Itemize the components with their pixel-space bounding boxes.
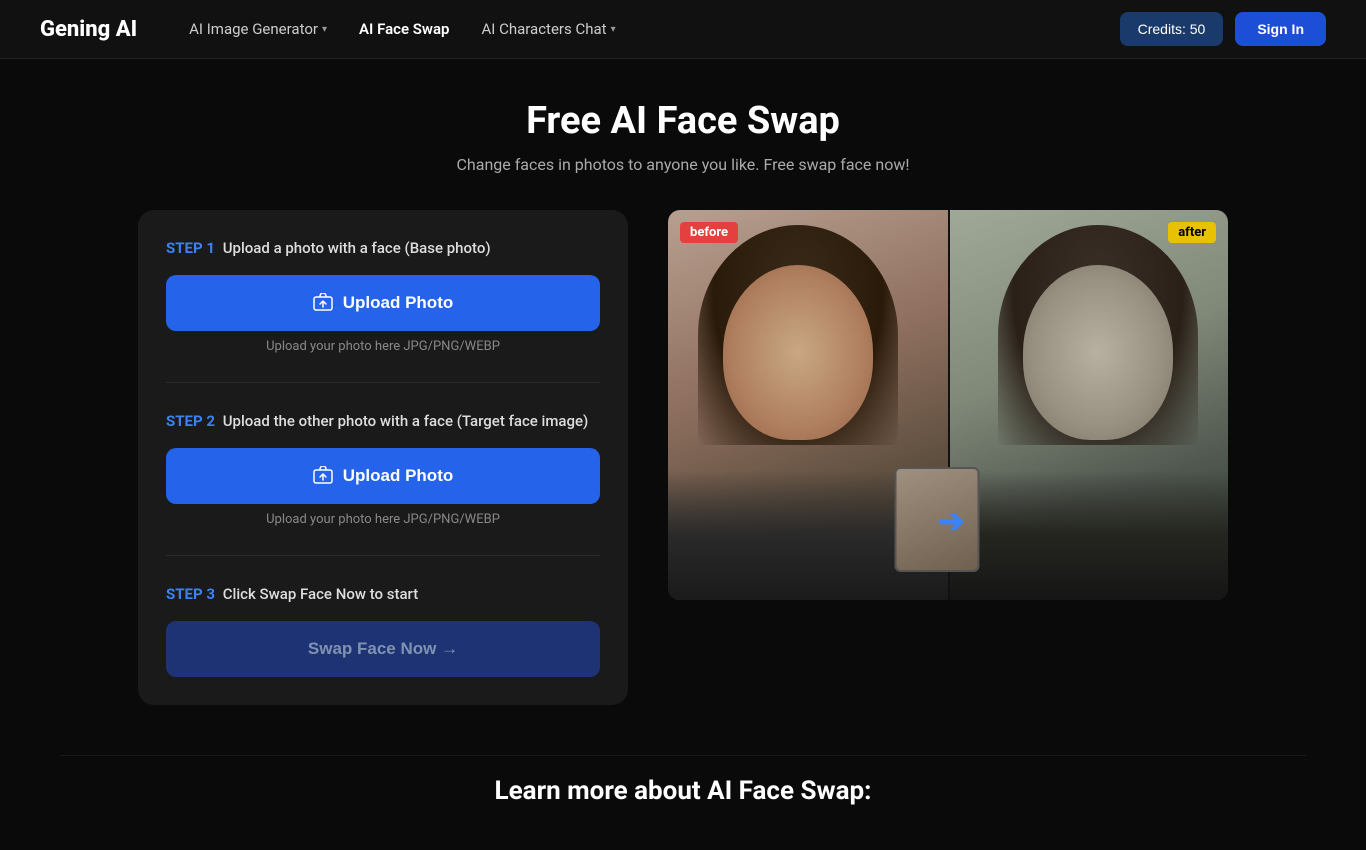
page-title: Free AI Face Swap — [60, 99, 1306, 143]
preview-panel: ➔ before after — [668, 210, 1228, 600]
upload-hint-1: Upload your photo here JPG/PNG/WEBP — [166, 339, 600, 354]
face-swap-arrow: ➔ — [938, 502, 965, 540]
step-2-number: STEP 2 — [166, 412, 215, 430]
navbar: Gening AI AI Image Generator ▾ AI Face S… — [0, 0, 1366, 59]
step-1-section: STEP 1 Upload a photo with a face (Base … — [166, 238, 600, 354]
bottom-title: Learn more about AI Face Swap: — [60, 776, 1306, 806]
body-right — [948, 470, 1228, 600]
upload-photo-button-2[interactable]: Upload Photo — [166, 448, 600, 504]
upload-photo-label-2: Upload Photo — [343, 466, 453, 486]
step-1-label: STEP 1 Upload a photo with a face (Base … — [166, 238, 600, 259]
two-column-layout: STEP 1 Upload a photo with a face (Base … — [60, 210, 1306, 705]
nav-links: AI Image Generator ▾ AI Face Swap AI Cha… — [177, 12, 1119, 46]
upload-icon-1 — [313, 293, 333, 313]
chevron-down-icon: ▾ — [322, 24, 327, 35]
nav-actions: Credits: 50 Sign In — [1120, 12, 1326, 46]
sidebar-item-ai-face-swap[interactable]: AI Face Swap — [347, 12, 461, 46]
upload-photo-button-1[interactable]: Upload Photo — [166, 275, 600, 331]
hero-section: Free AI Face Swap Change faces in photos… — [60, 99, 1306, 174]
step-1-number: STEP 1 — [166, 239, 215, 257]
signin-button[interactable]: Sign In — [1235, 12, 1326, 46]
step-2-description: Upload the other photo with a face (Targ… — [223, 412, 589, 430]
upload-photo-label-1: Upload Photo — [343, 293, 453, 313]
bottom-section: Learn more about AI Face Swap: — [60, 755, 1306, 806]
before-badge: before — [680, 222, 738, 243]
hero-subtitle: Change faces in photos to anyone you lik… — [60, 155, 1306, 174]
nav-label-characters: AI Characters Chat — [481, 20, 606, 38]
nav-label-face-swap: AI Face Swap — [359, 20, 449, 38]
face-oval-left — [723, 265, 873, 440]
step-3-description: Click Swap Face Now to start — [223, 585, 419, 603]
nav-label-image-gen: AI Image Generator — [189, 20, 318, 38]
upload-icon-2 — [313, 466, 333, 486]
face-oval-right — [1023, 265, 1173, 440]
sidebar-item-ai-characters-chat[interactable]: AI Characters Chat ▾ — [469, 12, 627, 46]
swap-face-label: Swap Face Now → — [308, 639, 458, 659]
step-3-label: STEP 3 Click Swap Face Now to start — [166, 584, 600, 605]
step-3-section: STEP 3 Click Swap Face Now to start Swap… — [166, 584, 600, 677]
logo: Gening AI — [40, 17, 137, 42]
credits-button[interactable]: Credits: 50 — [1120, 12, 1224, 46]
step-2-section: STEP 2 Upload the other photo with a fac… — [166, 411, 600, 527]
swap-face-button[interactable]: Swap Face Now → — [166, 621, 600, 677]
step-2-label: STEP 2 Upload the other photo with a fac… — [166, 411, 600, 432]
step-divider-1 — [166, 382, 600, 383]
step-3-number: STEP 3 — [166, 585, 215, 603]
step-divider-2 — [166, 555, 600, 556]
step-1-description: Upload a photo with a face (Base photo) — [223, 239, 491, 257]
steps-panel: STEP 1 Upload a photo with a face (Base … — [138, 210, 628, 705]
after-badge: after — [1168, 222, 1216, 243]
upload-hint-2: Upload your photo here JPG/PNG/WEBP — [166, 512, 600, 527]
inset-face-background — [896, 469, 977, 570]
chevron-down-icon-2: ▾ — [611, 24, 616, 35]
inset-face — [894, 467, 979, 572]
main-content: Free AI Face Swap Change faces in photos… — [0, 59, 1366, 850]
sidebar-item-ai-image-generator[interactable]: AI Image Generator ▾ — [177, 12, 339, 46]
face-swap-demo: ➔ before after — [668, 210, 1228, 600]
